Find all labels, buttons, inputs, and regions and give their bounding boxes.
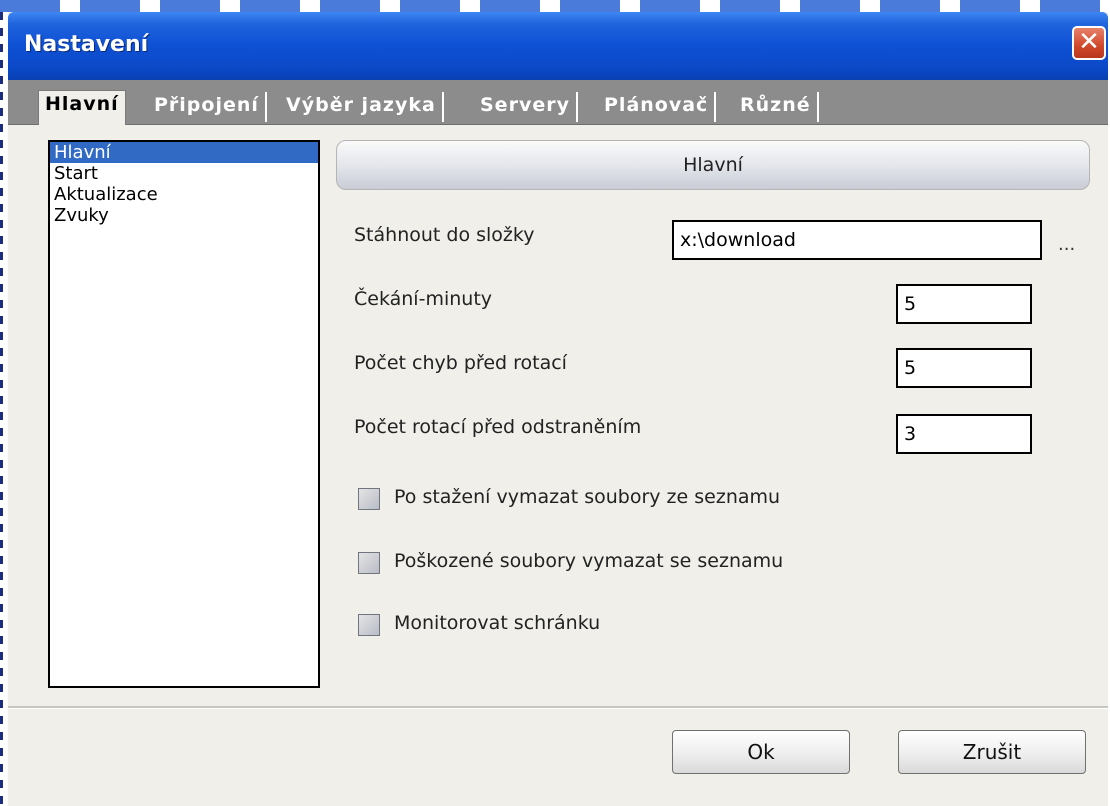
tab-servery[interactable]: Servery: [474, 92, 578, 122]
list-item-zvuky[interactable]: Zvuky: [50, 205, 318, 226]
download-folder-input[interactable]: [672, 220, 1042, 260]
errors-before-rotation-label: Počet chyb před rotací: [354, 352, 567, 374]
close-button[interactable]: ✕: [1072, 26, 1106, 60]
title-bar[interactable]: Nastavení ✕: [8, 12, 1108, 80]
delete-after-download-label[interactable]: Po stažení vymazat soubory ze seznamu: [394, 486, 780, 508]
rotations-before-removal-input[interactable]: [896, 414, 1032, 454]
download-folder-label: Stáhnout do složky: [354, 224, 535, 246]
list-item-aktualizace[interactable]: Aktualizace: [50, 184, 318, 205]
wait-minutes-label: Čekání-minuty: [354, 288, 493, 310]
browse-folder-button[interactable]: ...: [1058, 234, 1075, 255]
monitor-clipboard-label[interactable]: Monitorovat schránku: [394, 612, 600, 634]
list-item-hlavni[interactable]: Hlavní: [50, 142, 318, 163]
tab-planovac[interactable]: Plánovač: [598, 92, 717, 122]
cancel-button[interactable]: Zrušit: [898, 730, 1086, 774]
list-item-start[interactable]: Start: [50, 163, 318, 184]
settings-dialog: Nastavení ✕ Hlavní Připojení Výběr jazyk…: [8, 12, 1108, 806]
wait-minutes-input[interactable]: [896, 284, 1032, 324]
tab-ruzne[interactable]: Různé: [734, 92, 819, 122]
tab-hlavni[interactable]: Hlavní: [38, 90, 126, 125]
ok-button[interactable]: Ok: [672, 730, 850, 774]
category-list[interactable]: Hlavní Start Aktualizace Zvuky: [48, 140, 320, 688]
footer-divider: [8, 706, 1108, 709]
rotations-before-removal-label: Počet rotací před odstraněním: [354, 416, 642, 438]
delete-after-download-checkbox[interactable]: [358, 488, 380, 510]
screen-top-edge: [0, 0, 1110, 12]
section-header: Hlavní: [336, 140, 1090, 190]
close-icon: ✕: [1078, 27, 1100, 57]
monitor-clipboard-checkbox[interactable]: [358, 614, 380, 636]
screen-left-edge: [0, 12, 3, 806]
tab-pripojeni[interactable]: Připojení: [148, 92, 267, 122]
tab-bar: Hlavní Připojení Výběr jazyka Servery Pl…: [8, 80, 1108, 125]
delete-corrupted-checkbox[interactable]: [358, 552, 380, 574]
window-title: Nastavení: [24, 32, 149, 57]
delete-corrupted-label[interactable]: Poškozené soubory vymazat se seznamu: [394, 550, 783, 572]
errors-before-rotation-input[interactable]: [896, 348, 1032, 388]
tab-vyber-jazyka[interactable]: Výběr jazyka: [280, 92, 444, 122]
